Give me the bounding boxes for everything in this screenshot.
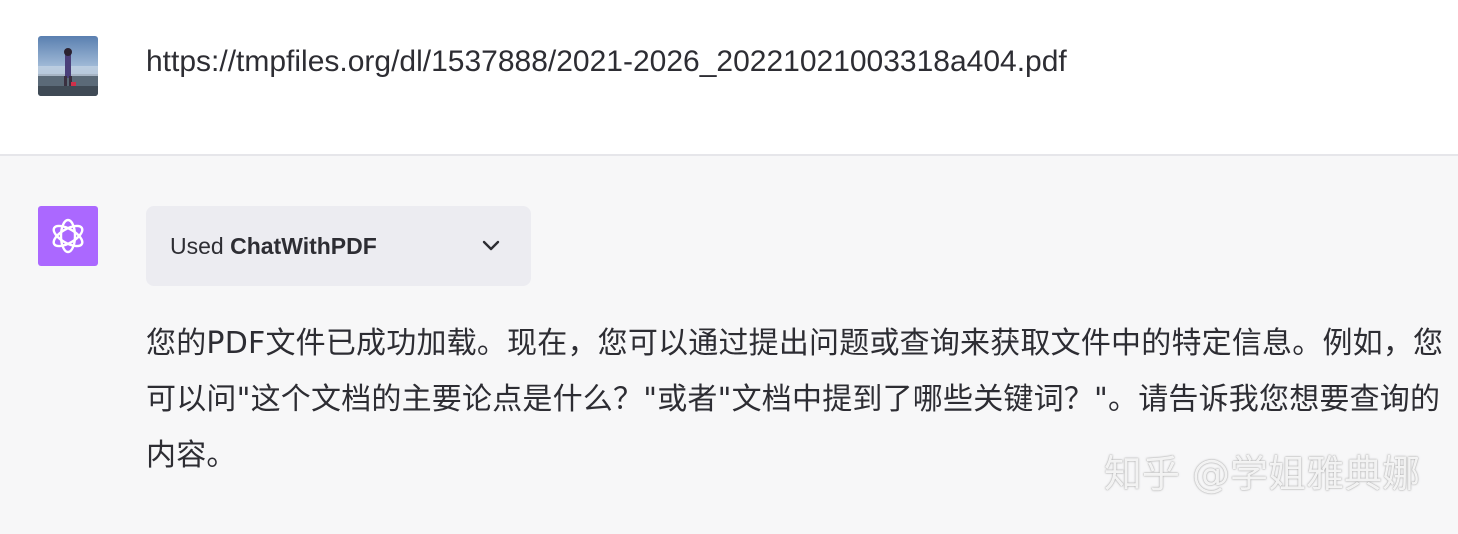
assistant-avatar (38, 206, 98, 266)
user-avatar (38, 36, 98, 96)
chat-conversation: https://tmpfiles.org/dl/1537888/2021-202… (0, 0, 1458, 534)
chevron-down-icon[interactable] (481, 236, 501, 256)
plugin-name: ChatWithPDF (230, 232, 377, 259)
assistant-message-row: Used ChatWithPDF 您的PDF文件已成功加载。现在，您可以通过提出… (0, 156, 1458, 534)
user-photo-icon (38, 36, 98, 96)
user-message-text: https://tmpfiles.org/dl/1537888/2021-202… (146, 45, 1067, 78)
openai-logo-icon (52, 218, 84, 254)
plugin-used-label: Used ChatWithPDF (170, 233, 377, 260)
watermark: 知乎 @学姐雅典娜 (1103, 452, 1420, 496)
user-message-row: https://tmpfiles.org/dl/1537888/2021-202… (0, 0, 1458, 156)
plugin-used-dropdown[interactable]: Used ChatWithPDF (146, 206, 531, 286)
plugin-used-prefix: Used (170, 232, 224, 259)
